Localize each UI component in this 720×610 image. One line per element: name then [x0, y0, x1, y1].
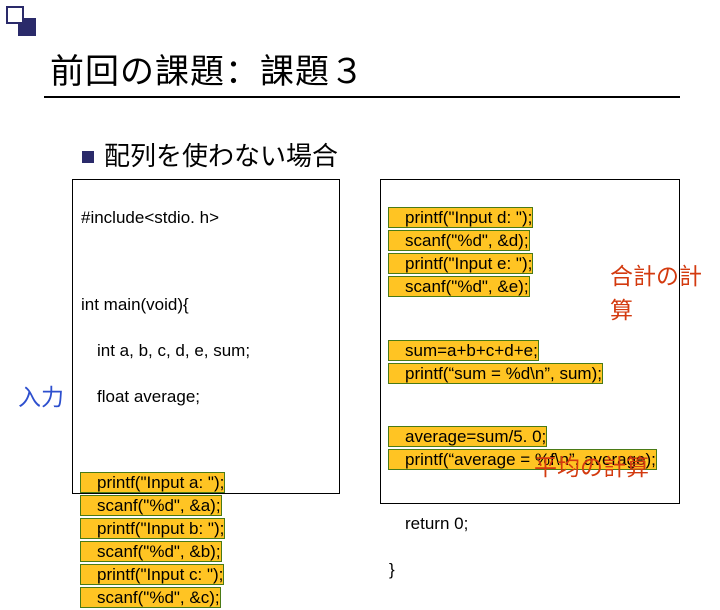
code-blank: [81, 253, 331, 271]
code-line: sum=a+b+c+d+e;: [405, 341, 538, 360]
code-line: }: [389, 559, 671, 582]
slide-title: 前回の課題：課題３: [50, 44, 365, 93]
code-line: scanf("%d", &a);: [97, 496, 221, 515]
code-line: int main(void){: [81, 294, 331, 317]
code-line: int a, b, c, d, e, sum;: [97, 340, 331, 363]
bullet-item: 配列を使わない場合: [82, 136, 338, 173]
annotation-avg: 平均の計算: [534, 448, 649, 482]
title-underline: [44, 96, 680, 98]
code-line: scanf("%d", &c);: [97, 588, 220, 607]
code-line: scanf("%d", &b);: [97, 542, 221, 561]
code-blank: [81, 431, 331, 449]
code-line: printf("Input c: ");: [97, 565, 223, 584]
code-line: printf("Input a: ");: [97, 473, 224, 492]
annotation-input: 入力: [18, 378, 64, 412]
highlight-input-block-2: printf("Input d: "); scanf("%d", &d); pr…: [389, 208, 532, 296]
code-line: printf("Input e: ");: [405, 254, 532, 273]
code-line: float average;: [97, 386, 331, 409]
code-line: printf("Input b: ");: [97, 519, 224, 538]
corner-square-outline: [6, 6, 24, 24]
highlight-sum-block: sum=a+b+c+d+e; printf(“sum = %d\n”, sum)…: [389, 341, 602, 383]
bullet-square-icon: [82, 151, 94, 163]
code-line: return 0;: [405, 513, 671, 536]
code-line: scanf("%d", &d);: [405, 231, 529, 250]
annotation-sum: 合計の計算: [610, 257, 720, 325]
code-line: printf(“sum = %d\n”, sum);: [405, 364, 602, 383]
bullet-text: 配列を使わない場合: [104, 141, 338, 171]
code-block-left: #include<stdio. h> int main(void){ int a…: [72, 179, 340, 494]
code-line: printf("Input d: ");: [405, 208, 532, 227]
code-line: scanf("%d", &e);: [405, 277, 529, 296]
code-line: average=sum/5. 0;: [405, 427, 546, 446]
code-blank: [389, 386, 671, 404]
highlight-input-block: printf("Input a: "); scanf("%d", &a); pr…: [81, 473, 224, 607]
code-line: #include<stdio. h>: [81, 207, 331, 230]
